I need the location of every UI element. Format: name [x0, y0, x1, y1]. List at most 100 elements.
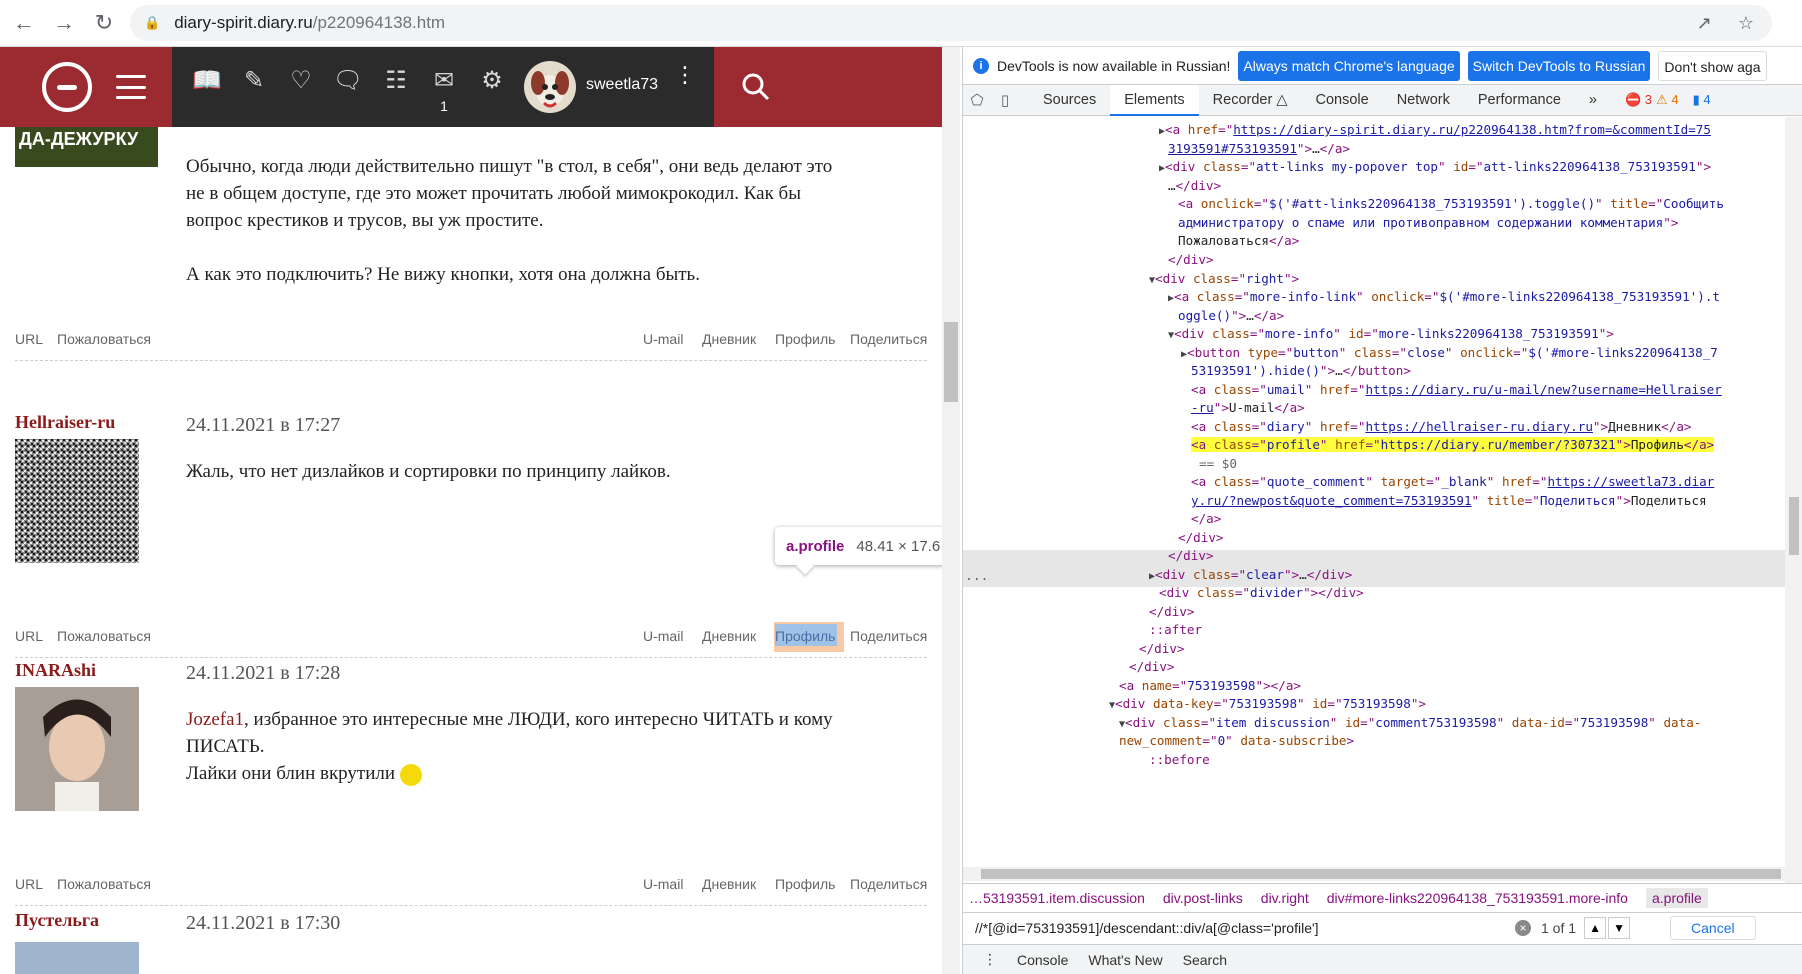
url-link[interactable]: URL: [15, 876, 43, 892]
error-badge[interactable]: ⛔ 3 ⚠ 4: [1625, 92, 1679, 108]
divider: [15, 657, 927, 658]
tab-network[interactable]: Network: [1383, 85, 1464, 116]
match-count: 1 of 1: [1541, 919, 1577, 936]
device-toggle-icon[interactable]: ▯: [991, 91, 1019, 109]
page-scrollbar[interactable]: [942, 47, 960, 974]
switch-russian-button[interactable]: Switch DevTools to Russian: [1467, 50, 1651, 81]
comment-author[interactable]: INARAshi: [15, 660, 96, 681]
breadcrumb-item[interactable]: div.post-links: [1163, 890, 1243, 906]
mail-icon[interactable]: ✉: [428, 65, 460, 97]
url-link[interactable]: URL: [15, 628, 43, 644]
search-bar: //*[@id=753193591]/descendant::div/a[@cl…: [963, 912, 1802, 942]
browser-toolbar: ← → ↻ 🔒 diary-spirit.diary.ru/p220964138…: [0, 0, 1802, 47]
forward-icon[interactable]: →: [44, 3, 84, 43]
breadcrumb-item[interactable]: …53193591.item.discussion: [969, 890, 1145, 906]
dom-tree[interactable]: ... ▶<a href="https://diary-spirit.diary…: [963, 117, 1785, 897]
diary-link[interactable]: Дневник: [702, 876, 756, 892]
profile-link[interactable]: Профиль: [775, 876, 835, 892]
info-text: DevTools is now available in Russian!: [997, 57, 1231, 74]
breadcrumb-item[interactable]: div#more-links220964138_753193591.more-i…: [1327, 890, 1628, 906]
comment-text: Jozefa1, избранное это интересные мне ЛЮ…: [186, 709, 833, 786]
clear-icon[interactable]: ×: [1515, 919, 1531, 936]
address-bar[interactable]: 🔒 diary-spirit.diary.ru/p220964138.htm ↗…: [130, 5, 1772, 41]
info-icon: i: [973, 57, 989, 74]
next-match-icon[interactable]: ▼: [1608, 916, 1631, 939]
tab-sources[interactable]: Sources: [1029, 85, 1110, 116]
message-badge[interactable]: ▮ 4: [1693, 92, 1711, 108]
drawer-tab-whats-new[interactable]: What's New: [1088, 952, 1162, 968]
flask-icon: △: [1276, 91, 1288, 108]
reload-icon[interactable]: ↻: [84, 3, 124, 43]
share-link[interactable]: Поделиться: [850, 876, 927, 892]
report-link[interactable]: Пожаловаться: [57, 331, 151, 347]
inspect-element-icon[interactable]: ⬠: [963, 91, 991, 109]
report-link[interactable]: Пожаловаться: [57, 876, 151, 892]
post-links: URL Пожаловаться U-mail Дневник Профиль …: [15, 876, 927, 896]
banner-image: ДА-ДЕЖУРКУ: [15, 127, 158, 167]
url-path: /p220964138.htm: [312, 13, 446, 32]
report-link[interactable]: Пожаловаться: [57, 628, 151, 644]
comment-author[interactable]: Пустельга: [15, 910, 99, 931]
tab-recorder[interactable]: Recorder △: [1199, 85, 1302, 116]
drawer-tabbar: ⋮ Console What's New Search: [963, 944, 1802, 974]
devtools-infobar: i DevTools is now available in Russian! …: [963, 47, 1802, 85]
umail-link[interactable]: U-mail: [643, 331, 683, 347]
previous-match-icon[interactable]: ▲: [1584, 916, 1607, 939]
tab-elements[interactable]: Elements: [1110, 84, 1199, 116]
site-logo-icon[interactable]: [42, 62, 92, 112]
drawer-tab-console[interactable]: Console: [1017, 952, 1068, 968]
tab-performance[interactable]: Performance: [1464, 85, 1575, 116]
comment-text: Жаль, что нет дизлайков и сортировки по …: [186, 461, 671, 482]
profile-card-icon[interactable]: ☷: [380, 65, 412, 97]
comment-date: 24.11.2021 в 17:27: [186, 414, 341, 436]
selected-dom-row[interactable]: [963, 550, 1785, 587]
share-link[interactable]: Поделиться: [850, 628, 927, 644]
new-post-icon[interactable]: ✎: [238, 65, 270, 97]
drawer-tab-search[interactable]: Search: [1183, 952, 1227, 968]
search-icon[interactable]: [740, 71, 772, 103]
mention-link[interactable]: Jozefa1: [186, 709, 244, 730]
tooltip-selector: a.profile: [786, 537, 845, 555]
book-icon[interactable]: 📖: [191, 65, 223, 97]
match-language-button[interactable]: Always match Chrome's language: [1238, 50, 1460, 81]
post-links: URL Пожаловаться U-mail Дневник Профиль …: [15, 628, 927, 648]
share-icon[interactable]: ↗: [1697, 13, 1712, 34]
menu-icon[interactable]: [116, 75, 146, 99]
url-link[interactable]: URL: [15, 331, 43, 347]
more-tabs-icon[interactable]: »: [1575, 85, 1611, 116]
author-avatar[interactable]: [15, 439, 139, 563]
profile-link[interactable]: Профиль: [775, 331, 835, 347]
dont-show-button[interactable]: Don't show aga: [1658, 50, 1767, 81]
diary-link[interactable]: Дневник: [702, 331, 756, 347]
breadcrumb-item[interactable]: div.right: [1261, 890, 1309, 906]
profile-link[interactable]: Профиль: [775, 628, 835, 644]
user-avatar[interactable]: [524, 61, 576, 113]
back-icon[interactable]: ←: [4, 3, 44, 43]
site-header: 📖 ✎ ♡ 🗨 ☷ ✉ 1 ⚙ sweetla73 ⋮: [0, 47, 942, 127]
bookmark-star-icon[interactable]: ☆: [1738, 13, 1754, 34]
comment-author[interactable]: Hellraiser-ru: [15, 412, 115, 433]
heart-icon[interactable]: ♡: [285, 65, 317, 97]
tab-console[interactable]: Console: [1301, 85, 1382, 116]
diary-link[interactable]: Дневник: [702, 628, 756, 644]
author-avatar[interactable]: [15, 687, 139, 811]
umail-link[interactable]: U-mail: [643, 876, 683, 892]
emoji-icon: [399, 763, 422, 786]
dom-vertical-scrollbar[interactable]: [1785, 117, 1802, 897]
share-link[interactable]: Поделиться: [850, 331, 927, 347]
url-domain: diary-spirit.diary.ru: [174, 13, 313, 32]
dom-horizontal-scrollbar[interactable]: [963, 867, 1785, 881]
more-menu-icon[interactable]: ⋮: [674, 64, 696, 86]
cancel-button[interactable]: Cancel: [1670, 915, 1756, 940]
post-text: Обычно, когда люди действительно пишут "…: [186, 156, 833, 285]
row-ellipsis-icon[interactable]: ...: [965, 568, 988, 587]
settings-gear-icon[interactable]: ⚙: [476, 65, 508, 97]
xpath-search-input[interactable]: //*[@id=753193591]/descendant::div/a[@cl…: [975, 920, 1515, 936]
umail-link[interactable]: U-mail: [643, 628, 683, 644]
drawer-menu-icon[interactable]: ⋮: [983, 951, 997, 968]
divider: [15, 905, 927, 906]
username[interactable]: sweetla73: [586, 76, 658, 94]
author-avatar[interactable]: [15, 942, 139, 974]
breadcrumb-item-current[interactable]: a.profile: [1645, 887, 1708, 908]
comments-icon[interactable]: 🗨: [332, 65, 364, 97]
